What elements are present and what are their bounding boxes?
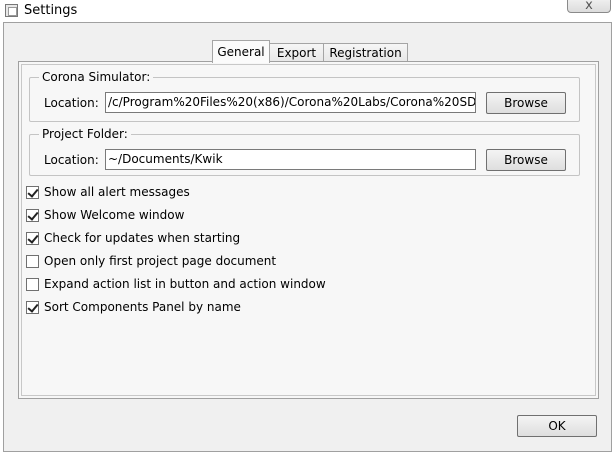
general-tab-panel: Corona Simulator: Location: /c/Program%2… [18,61,599,399]
show-all-alerts-label: Show all alert messages [44,185,190,199]
close-button[interactable]: x [567,0,611,13]
check-updates-label: Check for updates when starting [44,231,241,245]
show-all-alerts-checkbox[interactable] [26,185,39,199]
corona-simulator-legend: Corona Simulator: [42,70,151,84]
corona-browse-button[interactable]: Browse [486,92,566,114]
sort-components-checkbox[interactable] [26,300,39,314]
corona-simulator-group: Corona Simulator: Location: /c/Program%2… [29,70,580,122]
general-tab-content: Corona Simulator: Location: /c/Program%2… [21,64,596,396]
app-window-icon [5,4,18,17]
corona-location-label: Location: [44,96,99,110]
project-location-input[interactable]: ~/Documents/Kwik [105,149,476,170]
option-check-updates[interactable]: Check for updates when starting [26,230,240,246]
settings-dialog: General Export Registration Corona Simul… [3,22,612,452]
show-welcome-label: Show Welcome window [44,208,185,222]
tab-registration[interactable]: Registration [323,43,408,63]
open-first-page-checkbox[interactable] [26,254,39,268]
sort-components-label: Sort Components Panel by name [44,300,241,314]
option-show-welcome[interactable]: Show Welcome window [26,207,184,223]
tab-export[interactable]: Export [269,43,324,63]
corona-location-input[interactable]: /c/Program%20Files%20(x86)/Corona%20Labs… [105,92,476,113]
expand-action-list-label: Expand action list in button and action … [44,277,326,291]
option-show-all-alerts[interactable]: Show all alert messages [26,184,190,200]
project-location-label: Location: [44,153,99,167]
project-browse-button[interactable]: Browse [486,149,566,171]
option-expand-action-list[interactable]: Expand action list in button and action … [26,276,326,292]
expand-action-list-checkbox[interactable] [26,277,39,291]
ok-button[interactable]: OK [517,415,597,437]
window-title: Settings [24,3,78,18]
title-bar: Settings x [0,0,615,22]
tab-general[interactable]: General [212,40,270,63]
project-folder-legend: Project Folder: [42,127,128,141]
option-open-first-page[interactable]: Open only first project page document [26,253,276,269]
show-welcome-checkbox[interactable] [26,208,39,222]
check-updates-checkbox[interactable] [26,231,39,245]
option-sort-components[interactable]: Sort Components Panel by name [26,299,241,315]
project-folder-group: Project Folder: Location: ~/Documents/Kw… [29,127,580,176]
open-first-page-label: Open only first project page document [44,254,277,268]
